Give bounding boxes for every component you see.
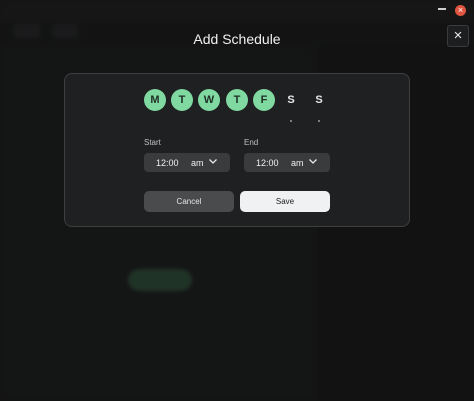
day-toggle-friday[interactable]: F: [253, 89, 275, 111]
end-time-select[interactable]: 12:00 am: [244, 153, 330, 172]
day-toggle-monday[interactable]: M: [144, 89, 166, 111]
day-toggle-wednesday[interactable]: W: [198, 89, 220, 111]
end-ampm-value: am: [291, 158, 304, 168]
start-time-value: 12:00: [156, 158, 179, 168]
day-toggle-thursday[interactable]: T: [226, 89, 248, 111]
day-indicator-dot: [318, 120, 320, 122]
day-toggle-saturday[interactable]: S: [280, 89, 302, 111]
save-button[interactable]: Save: [240, 191, 330, 212]
cancel-button[interactable]: Cancel: [144, 191, 234, 212]
start-label: Start: [144, 138, 161, 147]
chevron-down-icon: [309, 159, 317, 164]
day-toggle-sunday[interactable]: S: [308, 89, 330, 111]
start-ampm-value: am: [191, 158, 204, 168]
start-time-select[interactable]: 12:00 am: [144, 153, 230, 172]
sheet-title: Add Schedule: [193, 31, 281, 47]
close-icon[interactable]: ×: [447, 25, 469, 47]
chevron-down-icon: [209, 159, 217, 164]
end-time-value: 12:00: [256, 158, 279, 168]
window-close-icon[interactable]: ×: [455, 5, 466, 16]
day-indicator-dot: [290, 120, 292, 122]
minimize-icon[interactable]: [438, 8, 446, 10]
end-label: End: [244, 138, 259, 147]
day-toggle-tuesday[interactable]: T: [171, 89, 193, 111]
